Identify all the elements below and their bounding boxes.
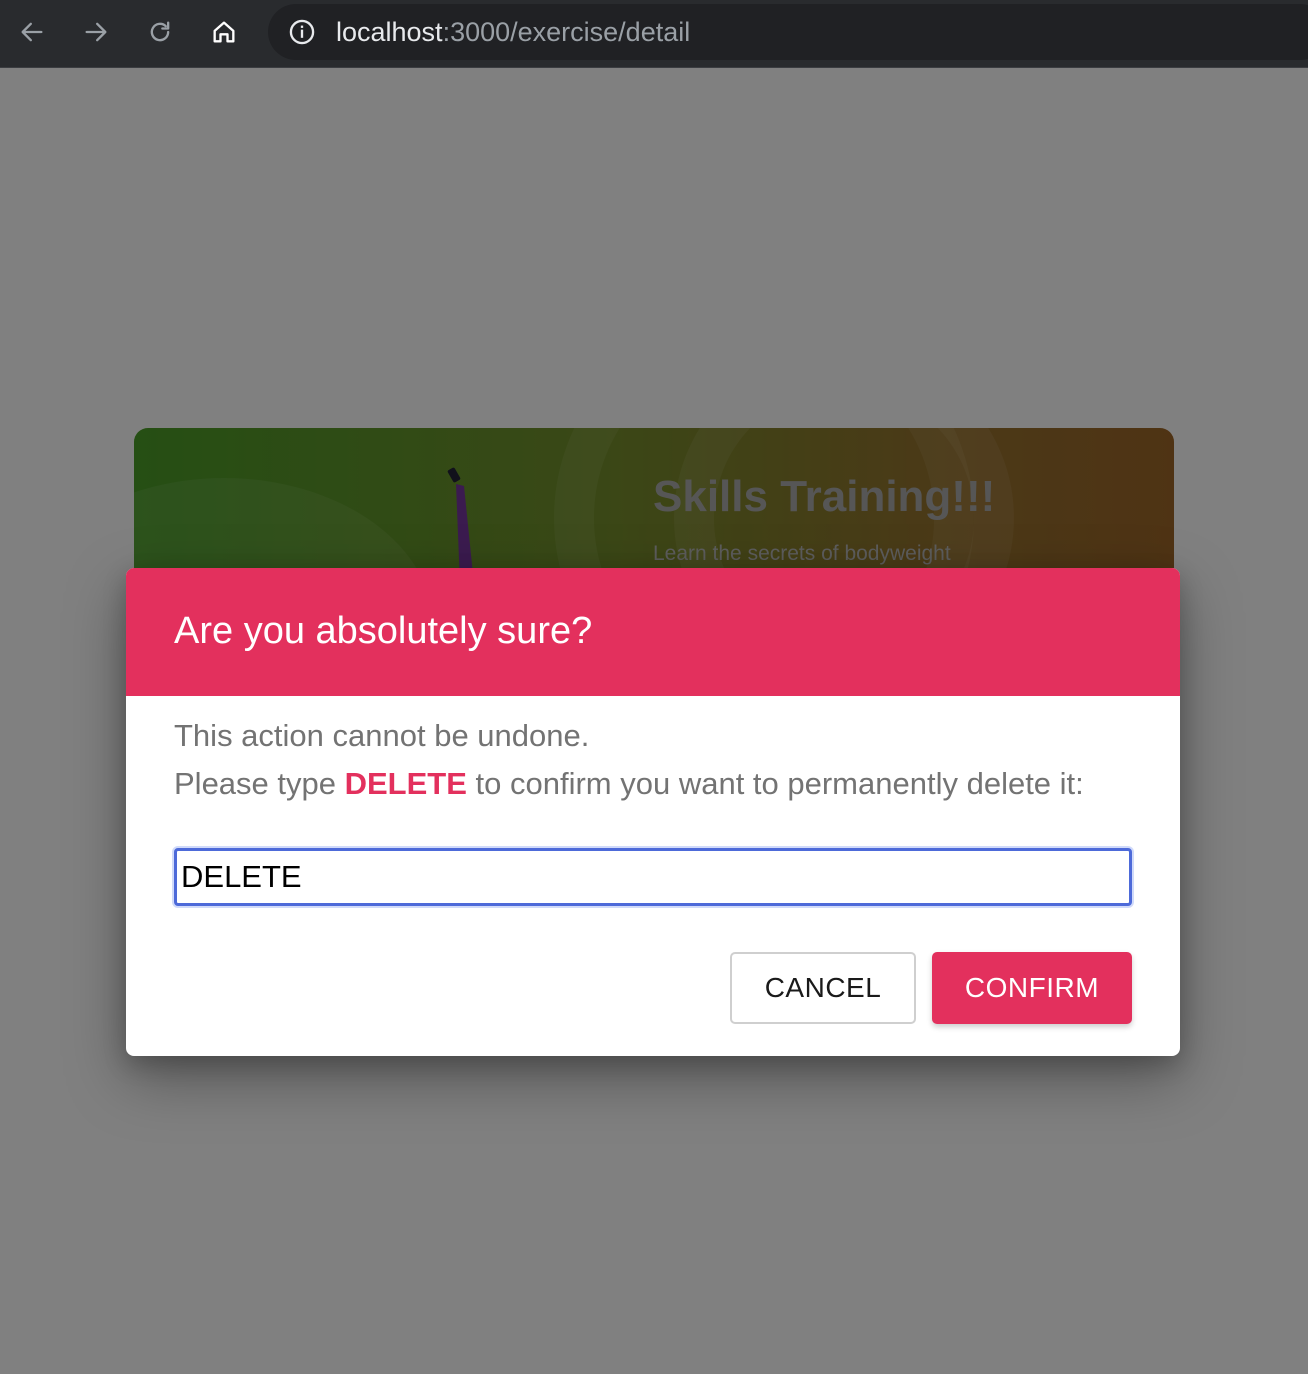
instruction-suffix: to confirm you want to permanently delet… <box>466 766 1084 801</box>
url-host: localhost <box>336 17 443 47</box>
info-icon[interactable] <box>288 18 316 46</box>
url-path: :3000/exercise/detail <box>442 17 691 47</box>
forward-arrow-icon <box>85 22 107 42</box>
confirm-text-input[interactable] <box>174 848 1132 906</box>
delete-keyword: DELETE <box>344 766 467 801</box>
dialog-instruction-text: Please type DELETE to confirm you want t… <box>174 766 1084 802</box>
browser-toolbar: localhost:3000/exercise/detail <box>0 0 1308 68</box>
home-icon <box>213 21 235 43</box>
back-arrow-icon <box>21 22 43 42</box>
confirm-delete-dialog: Are you absolutely sure? This action can… <box>126 568 1180 1056</box>
dialog-header: Are you absolutely sure? <box>126 568 1180 696</box>
forward-button[interactable] <box>74 10 118 54</box>
instruction-prefix: Please type <box>174 766 345 801</box>
home-button[interactable] <box>202 10 246 54</box>
address-bar[interactable]: localhost:3000/exercise/detail <box>268 4 1308 60</box>
url-text[interactable]: localhost:3000/exercise/detail <box>336 17 690 47</box>
back-button[interactable] <box>10 10 54 54</box>
dialog-title: Are you absolutely sure? <box>174 610 593 652</box>
reload-button[interactable] <box>138 10 182 54</box>
dialog-warning-text: This action cannot be undone. <box>174 718 590 753</box>
cancel-button[interactable]: CANCEL <box>730 952 916 1024</box>
reload-icon <box>150 21 170 42</box>
confirm-button[interactable]: CONFIRM <box>932 952 1132 1024</box>
